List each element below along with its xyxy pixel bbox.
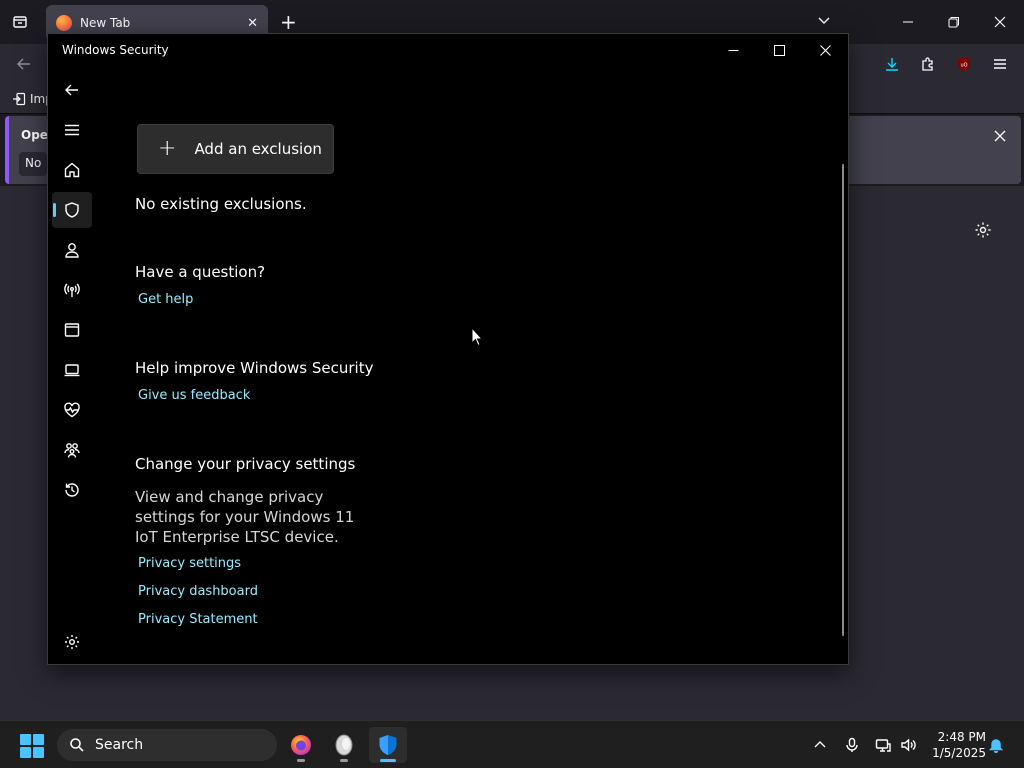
windows-security-window: Windows Security + Add an exclusion No e… [47,33,849,665]
start-button[interactable] [20,734,44,758]
newtab-settings-icon[interactable] [974,221,992,243]
notification-button[interactable]: No [19,152,48,176]
scrollbar[interactable] [842,164,844,636]
home-icon[interactable] [52,152,92,188]
active-indicator [380,759,396,762]
plus-icon: + [158,136,177,161]
menu-icon[interactable] [52,112,92,148]
network-icon[interactable] [873,735,893,755]
close-icon[interactable] [814,40,836,60]
app-browser-icon[interactable] [52,312,92,348]
title-bar[interactable]: Windows Security [48,34,848,66]
wifi-icon[interactable] [52,272,92,308]
improve-heading: Help improve Windows Security [135,359,374,377]
firefox-view-icon[interactable] [10,12,30,32]
restore-icon[interactable] [944,12,964,32]
search-label: Search [95,737,144,753]
extensions-icon[interactable] [918,54,938,74]
privacy-description: View and change privacy settings for you… [135,488,355,546]
minimize-icon[interactable] [898,12,918,32]
clock[interactable]: 2:48 PM 1/5/2025 [926,729,986,761]
windows-logo-icon [20,734,31,745]
back-icon[interactable] [14,54,34,74]
firefox-icon [291,735,311,755]
running-indicator [340,759,348,762]
new-tab-button[interactable]: + [280,10,297,34]
volume-icon[interactable] [898,735,918,755]
clock-time: 2:48 PM [937,730,986,744]
microphone-icon[interactable] [842,735,862,755]
history-icon[interactable] [52,472,92,508]
account-icon[interactable] [52,232,92,268]
mouse-cursor-icon [471,327,483,347]
show-hidden-icons-icon[interactable] [810,735,830,755]
minimize-icon[interactable] [722,40,744,60]
maximize-icon[interactable] [768,40,790,60]
app-menu-icon[interactable] [990,54,1010,74]
add-exclusion-button[interactable]: + Add an exclusion [137,124,334,174]
question-heading: Have a question? [135,263,266,281]
settings-icon[interactable] [52,624,92,660]
shield-icon [379,735,397,755]
family-icon[interactable] [52,432,92,468]
device-icon[interactable] [52,352,92,388]
taskbar-windows-security[interactable] [369,727,407,763]
privacy-settings-link[interactable]: Privacy settings [138,556,241,571]
tab-title: New Tab [80,16,131,30]
taskbar-search[interactable]: Search [57,729,277,761]
app-icon [335,734,353,756]
feedback-link[interactable]: Give us feedback [138,388,250,403]
close-icon[interactable] [990,12,1010,32]
running-indicator [297,759,305,762]
privacy-statement-link[interactable]: Privacy Statement [138,612,258,627]
back-icon[interactable] [52,72,92,108]
ublock-icon[interactable]: uO [954,54,974,74]
firefox-logo-icon [56,15,72,31]
downloads-icon[interactable] [882,54,902,74]
no-exclusions-text: No existing exclusions. [135,195,307,213]
taskbar-app-2[interactable] [325,727,363,763]
list-all-tabs-icon[interactable] [816,12,836,32]
search-icon [70,738,84,752]
notifications-icon[interactable] [986,735,1006,755]
health-icon[interactable] [52,392,92,428]
get-help-link[interactable]: Get help [138,292,193,307]
clock-date: 1/5/2025 [932,746,986,760]
svg-text:uO: uO [960,63,967,69]
shield-icon[interactable] [52,192,92,228]
add-exclusion-label: Add an exclusion [194,140,322,158]
taskbar-firefox[interactable] [282,727,320,763]
privacy-dashboard-link[interactable]: Privacy dashboard [138,584,258,599]
window-title: Windows Security [62,43,169,57]
notification-close-icon[interactable] [993,128,1007,147]
close-tab-icon[interactable]: ✕ [247,16,258,31]
taskbar: Search 2:48 PM 1/5/2025 [0,720,1024,768]
privacy-heading: Change your privacy settings [135,455,356,473]
